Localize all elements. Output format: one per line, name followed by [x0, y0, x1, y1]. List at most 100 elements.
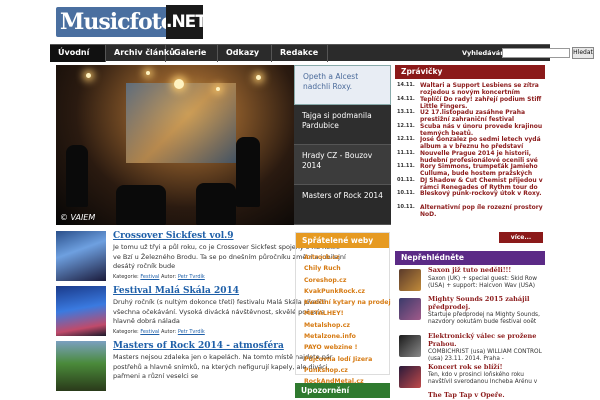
news-headline[interactable]: DJ Shadow & Cut Chemist přijedou v rámci… — [420, 177, 544, 191]
news-item[interactable]: 11.11. Rory Simmons, trumpeťák Jamieho Cu… — [395, 163, 545, 177]
news-headline[interactable]: Teplíčí Do rady! zahřejí podium Stiff Li… — [420, 96, 544, 110]
partner-sites-box: Spřátelené weby Artrock.cz Chily Ruch Co… — [295, 232, 391, 385]
news-date: 13.11. — [397, 109, 415, 115]
dont-miss-text: COMBICHRIST (usa) WILLIAM CONTROL (usa) … — [428, 349, 542, 362]
news-item[interactable]: 10.11. Alternativní pop íle rozezní prost… — [395, 204, 545, 218]
dont-miss-title[interactable]: Elektronický válec se proženе Prahou. — [428, 332, 546, 348]
musician-silhouette — [66, 145, 88, 207]
partner-link[interactable]: PAYO webzine ! — [296, 342, 389, 353]
news-headline[interactable]: José Gonzalez po sedmi letech vydá album… — [420, 136, 544, 150]
dont-miss-title[interactable]: Saxon již tuto neděli!!! — [428, 266, 546, 275]
news-date: 10.11. — [397, 190, 415, 196]
category-link[interactable]: Festival — [140, 329, 159, 335]
dont-miss-thumbnail[interactable] — [399, 269, 421, 291]
hero-tab[interactable]: Tajga si podmanila Pardubice — [294, 105, 391, 145]
nav-item-home[interactable]: Úvodní — [50, 45, 106, 62]
site-logo[interactable]: Musicfoto .NET — [56, 5, 207, 39]
news-item[interactable]: 14.11. Waltari a Support Lesbiens se zítr… — [395, 82, 545, 96]
news-item[interactable]: 01.11. DJ Shadow & Cut Chemist přijedou v… — [395, 177, 545, 191]
news-headline[interactable]: Alternativní pop íle rozezní prostory No… — [420, 204, 544, 218]
news-date: 01.11. — [397, 176, 415, 183]
hero-tab-list: Opeth a Alcest nadchli Roxy. Tajga si po… — [294, 65, 391, 225]
author-link[interactable]: Petr Tvrdík — [178, 274, 205, 280]
dont-miss-thumbnail[interactable] — [399, 366, 421, 388]
news-headline[interactable]: Rory Simmons, trumpeťák Jamieho Culluma,… — [420, 163, 544, 177]
partner-link[interactable]: Metalzone.info — [296, 331, 389, 342]
nav-item-gallery[interactable]: Galerie — [166, 45, 218, 62]
dont-miss-title[interactable]: Mighty Sounds 2015 zahájil předprodej. — [428, 295, 546, 311]
category-label: Kategorie: — [113, 274, 139, 280]
news-item[interactable]: 13.11. U2 17.listopadu zasáhne Praha pres… — [395, 109, 545, 123]
hero-slideshow: © VAIEM Opeth a Alcest nadchli Roxy. Taj… — [56, 65, 391, 225]
news-item[interactable]: 14.11. Teplíčí Do rady! zahřejí podium St… — [395, 96, 545, 110]
dont-miss-box: Nepřehlédněte Saxon již tuto neděli!!! S… — [395, 251, 545, 400]
hero-photo-credit: © VAIEM — [60, 213, 96, 222]
hero-tab[interactable]: Hrady CZ - Bouzov 2014 — [294, 145, 391, 185]
stage-screen — [126, 83, 236, 163]
news-item[interactable]: 12.11. José Gonzalez po sedmi letech vydá… — [395, 136, 545, 150]
dont-miss-item[interactable]: The Tap Tap v Opeře. — [395, 391, 546, 400]
author-link[interactable]: Petr Tvrdík — [178, 329, 205, 335]
dont-miss-title[interactable]: Koncert rok se blíží! — [428, 363, 546, 372]
article-title[interactable]: Festival Malá Skála 2014 — [113, 286, 239, 296]
partner-link[interactable]: Punkshop.cz — [296, 365, 389, 376]
partner-link[interactable]: Metalshop.cz — [296, 320, 389, 331]
news-date: 14.11. — [397, 82, 415, 88]
hero-concert-photo[interactable]: © VAIEM — [56, 65, 294, 225]
news-headline[interactable]: Nouvelle Prague 2014 je historii, hudebn… — [420, 150, 544, 164]
article-thumbnail[interactable] — [56, 286, 106, 336]
news-item[interactable]: 11.11. Nouvelle Prague 2014 je historii, … — [395, 150, 545, 164]
dont-miss-thumbnail[interactable] — [399, 298, 421, 320]
dont-miss-item[interactable]: Elektronický válec se proženе Prahou. CO… — [395, 332, 546, 367]
search-button[interactable]: Hledat — [572, 47, 594, 59]
news-headline[interactable]: U2 17.listopadu zasáhne Praha prestižní … — [420, 109, 544, 123]
logo-net-text: .NET — [166, 5, 207, 39]
dont-miss-thumbnail[interactable] — [399, 335, 421, 357]
news-item[interactable]: 12.11. Scuba nás v únoru provede krajinou… — [395, 123, 545, 137]
amplifier-silhouette — [196, 183, 236, 225]
article-title[interactable]: Crossover Sickfest vol.9 — [113, 231, 234, 241]
hero-tab[interactable]: Masters of Rock 2014 — [294, 185, 391, 225]
article-item: Crossover Sickfest vol.9 Je tomu už třyi… — [56, 231, 346, 286]
news-headline[interactable]: Waltari a Support Lesbiens se zítra rozj… — [420, 82, 544, 96]
dont-miss-item[interactable]: Mighty Sounds 2015 zahájil předprodej. S… — [395, 295, 546, 330]
partner-link[interactable]: Coreshop.cz — [296, 275, 389, 286]
news-headline[interactable]: Scuba nás v únoru provede krajinou temný… — [420, 123, 544, 137]
search-input[interactable] — [502, 48, 570, 58]
category-link[interactable]: Festival — [140, 274, 159, 280]
notice-box: Upozornění — [295, 383, 390, 400]
dont-miss-title[interactable]: The Tap Tap v Opeře. — [428, 391, 546, 400]
nav-item-archive[interactable]: Archiv článků — [106, 45, 175, 62]
category-label: Kategorie: — [113, 329, 139, 335]
nav-item-editors[interactable]: Redakce — [272, 45, 328, 62]
nav-item-links[interactable]: Odkazy — [218, 45, 272, 62]
article-meta: Kategorie: Festival Autor: Petr Tvrdík — [113, 274, 205, 280]
hero-tab[interactable]: Opeth a Alcest nadchli Roxy. — [294, 65, 391, 105]
more-news-button[interactable]: více... — [499, 232, 543, 243]
partner-link[interactable]: Chily Ruch — [296, 263, 389, 274]
news-box: Zprávičky 14.11. Waltari a Support Lesbie… — [395, 65, 545, 243]
article-title[interactable]: Masters of Rock 2014 - atmosféra — [113, 341, 284, 351]
main-navigation: Úvodní Archiv článků Galerie Odkazy Reda… — [50, 44, 594, 62]
article-thumbnail[interactable] — [56, 231, 106, 281]
partner-link[interactable]: Artrock.cz — [296, 252, 389, 263]
partner-link[interactable]: Kvalitní kytary na prodej — [296, 297, 391, 308]
news-headline[interactable]: Bleskový punk-rockový útok v Roxy. — [420, 190, 544, 204]
stage-light — [146, 71, 150, 75]
amplifier-silhouette — [116, 185, 166, 225]
stage-light — [86, 73, 91, 78]
article-meta: Kategorie: Festival Autor: Petr Tvrdík — [113, 329, 205, 335]
article-thumbnail[interactable] — [56, 341, 106, 391]
news-date: 11.11. — [397, 149, 415, 156]
partner-link[interactable]: Půjčovna lodí Jizera — [296, 354, 389, 365]
news-item[interactable]: 10.11. Bleskový punk-rockový útok v Roxy. — [395, 190, 545, 204]
news-date: 11.11. — [397, 163, 415, 169]
partner-link[interactable]: KvakPunkRock.cz — [296, 286, 389, 297]
partner-link[interactable]: METALHEY! — [296, 308, 389, 319]
news-list: 14.11. Waltari a Support Lesbiens se zítr… — [395, 79, 545, 218]
dont-miss-text: Ten, kdo v prosinci loňského roku navští… — [428, 372, 538, 385]
stage-light — [216, 87, 220, 91]
news-date: 12.11. — [397, 122, 415, 129]
stage-light — [256, 75, 261, 80]
dont-miss-heading: Nepřehlédněte — [395, 251, 545, 265]
